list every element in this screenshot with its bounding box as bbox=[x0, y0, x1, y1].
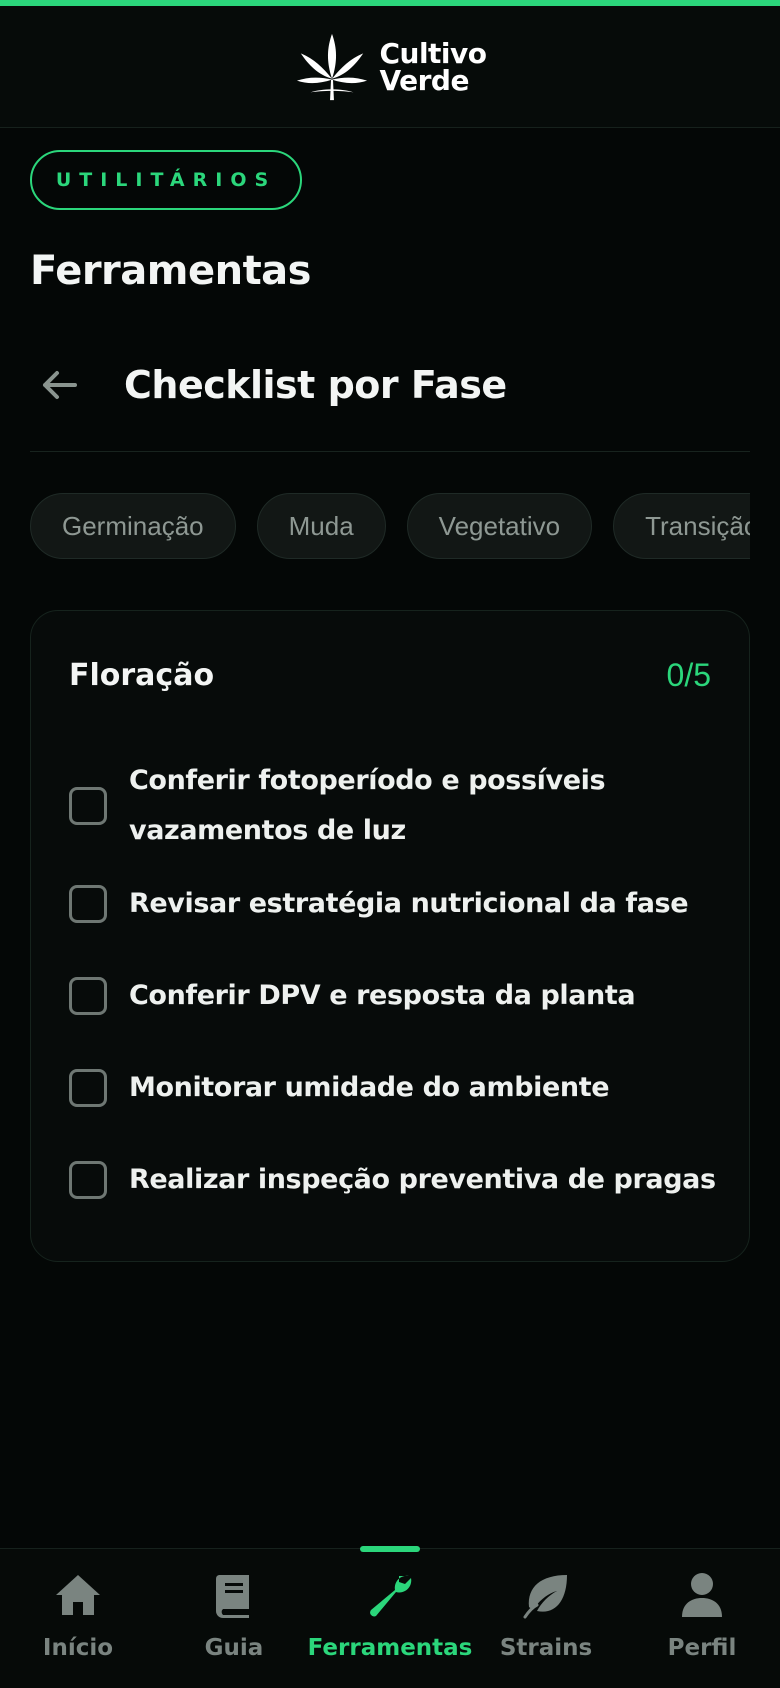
nav-label: Guia bbox=[204, 1635, 264, 1661]
logo-line-2: Verde bbox=[379, 63, 469, 97]
nav-label: Início bbox=[42, 1635, 114, 1661]
checkbox[interactable] bbox=[69, 1161, 107, 1199]
checkbox[interactable] bbox=[69, 787, 107, 825]
phase-chip-muda[interactable]: Muda bbox=[256, 493, 386, 559]
checklist-progress: 0/5 bbox=[666, 656, 711, 693]
nav-label: Perfil bbox=[667, 1635, 737, 1661]
nav-item-inicio[interactable]: Início bbox=[0, 1549, 156, 1688]
phase-chip-vegetativo[interactable]: Vegetativo bbox=[406, 493, 593, 559]
checkbox[interactable] bbox=[69, 1069, 107, 1107]
nav-item-perfil[interactable]: Perfil bbox=[624, 1549, 780, 1688]
nav-item-ferramentas[interactable]: Ferramentas bbox=[308, 1549, 472, 1688]
checklist-header: Floração 0/5 bbox=[69, 653, 711, 697]
back-button[interactable] bbox=[32, 355, 86, 415]
checklist-item-label: Conferir fotoperíodo e possíveis vazamen… bbox=[129, 765, 606, 846]
checklist-item[interactable]: Conferir DPV e resposta da planta bbox=[69, 971, 719, 1021]
phase-selector: Germinação Muda Vegetativo Transição bbox=[30, 493, 750, 561]
nav-item-strains[interactable]: Strains bbox=[468, 1549, 624, 1688]
utilities-badge: UTILITÁRIOS bbox=[30, 150, 302, 210]
checklist-item[interactable]: Conferir fotoperíodo e possíveis vazamen… bbox=[69, 756, 719, 856]
bottom-navigation: Início Guia Ferramentas Strains Perfil bbox=[0, 1546, 780, 1688]
checklist-item-label: Realizar inspeção preventiva de pragas bbox=[129, 1164, 716, 1195]
checklist-item-label: Revisar estratégia nutricional da fase bbox=[129, 888, 689, 919]
checklist-item[interactable]: Realizar inspeção preventiva de pragas bbox=[69, 1155, 719, 1205]
phase-chip-transicao[interactable]: Transição bbox=[613, 493, 750, 559]
app-header: Cultivo Verde bbox=[0, 6, 780, 128]
nav-label: Strains bbox=[499, 1635, 593, 1661]
checklist-item-label: Conferir DPV e resposta da planta bbox=[129, 980, 636, 1011]
app-logo-wordmark: Cultivo Verde bbox=[379, 36, 487, 97]
user-icon bbox=[674, 1567, 730, 1623]
checklist-item-label: Monitorar umidade do ambiente bbox=[129, 1072, 610, 1103]
checklist-item[interactable]: Revisar estratégia nutricional da fase bbox=[69, 879, 719, 929]
leaf-icon bbox=[518, 1567, 574, 1623]
phase-chip-germinacao[interactable]: Germinação bbox=[30, 493, 236, 559]
app-screen: Cultivo Verde UTILITÁRIOS Ferramentas Ch… bbox=[0, 0, 780, 1688]
arrow-left-icon bbox=[43, 371, 77, 399]
nav-label: Ferramentas bbox=[307, 1635, 473, 1661]
checklist-phase-title: Floração bbox=[69, 657, 215, 693]
divider bbox=[30, 451, 750, 452]
book-icon bbox=[206, 1567, 262, 1623]
tool-header: Checklist por Fase bbox=[30, 355, 507, 415]
tool-title: Checklist por Fase bbox=[124, 363, 507, 407]
wrench-icon bbox=[362, 1567, 418, 1623]
checkbox[interactable] bbox=[69, 885, 107, 923]
logo-line-1: Cultivo bbox=[379, 36, 487, 70]
cannabis-leaf-icon bbox=[297, 33, 368, 100]
page-title: Ferramentas bbox=[30, 248, 311, 294]
checklist-item[interactable]: Monitorar umidade do ambiente bbox=[69, 1063, 719, 1113]
checklist-card: Floração 0/5 Conferir fotoperíodo e poss… bbox=[30, 610, 750, 1262]
checkbox[interactable] bbox=[69, 977, 107, 1015]
nav-item-guia[interactable]: Guia bbox=[156, 1549, 312, 1688]
home-icon bbox=[50, 1567, 106, 1623]
